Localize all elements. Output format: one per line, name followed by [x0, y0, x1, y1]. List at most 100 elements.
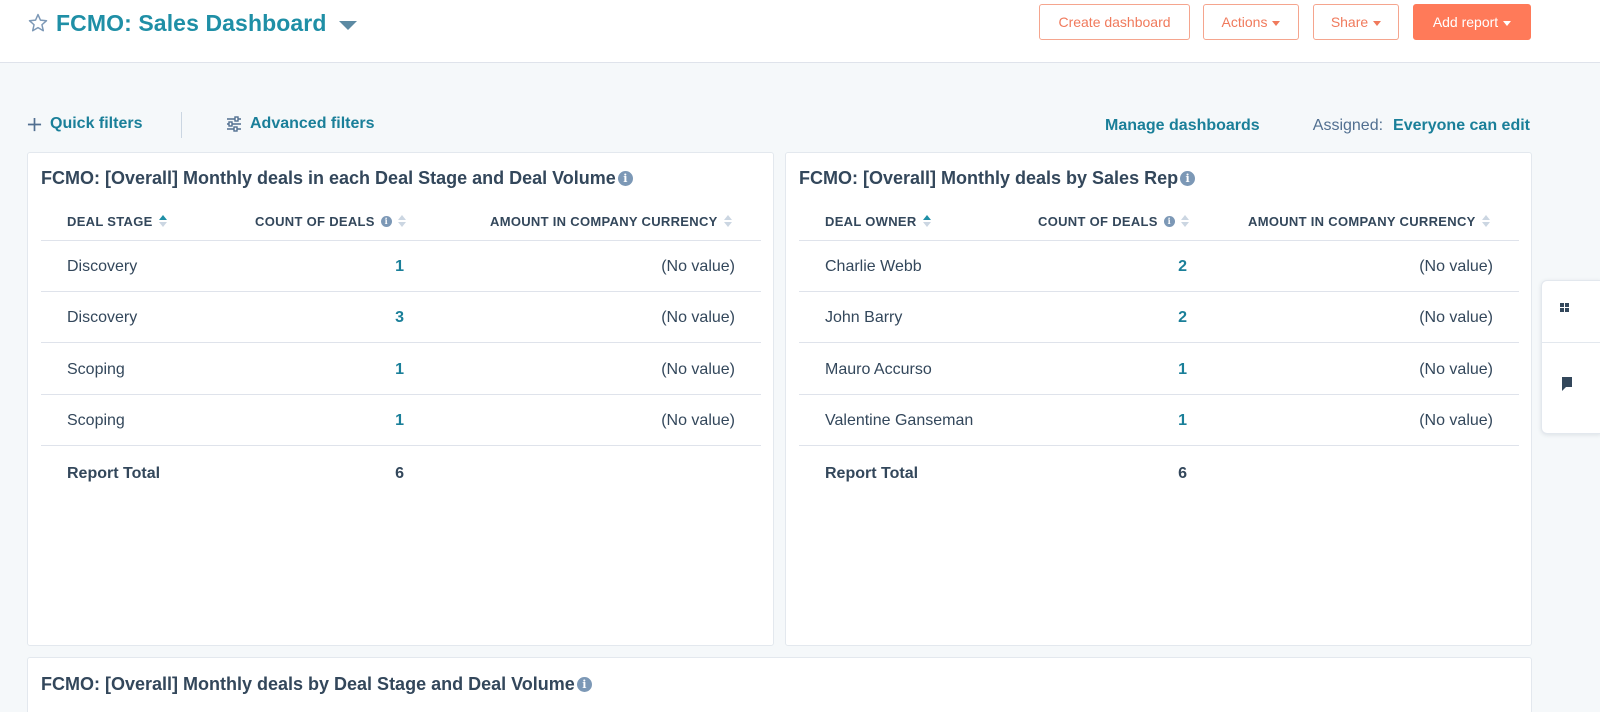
quick-filters-label: Quick filters	[50, 115, 143, 132]
row-divider	[799, 342, 1519, 343]
manage-dashboards-label: Manage dashboards	[1105, 117, 1260, 134]
deal-count-link[interactable]: 2	[1177, 309, 1187, 327]
amount-value: (No value)	[1419, 412, 1493, 429]
actions-caret-down-icon	[1272, 20, 1281, 26]
manage-dashboards-link[interactable]: Manage dashboards	[1105, 117, 1260, 135]
report-card-sales-rep: FCMO: [Overall] Monthly deals by Sales R…	[785, 152, 1532, 646]
row-label: Valentine Ganseman	[825, 412, 974, 429]
column-header-count-of-deals[interactable]: COUNT OF DEALS i	[255, 203, 406, 239]
row-divider	[41, 445, 761, 446]
column-header-label: COUNT OF DEALS	[1038, 213, 1158, 229]
assigned-value-link[interactable]: Everyone can edit	[1393, 117, 1530, 135]
share-button[interactable]: Share	[1313, 4, 1399, 40]
row-divider	[799, 240, 1519, 241]
info-icon[interactable]: i	[1163, 215, 1175, 227]
column-header-label: COUNT OF DEALS	[255, 213, 375, 229]
feedback-chat-icon[interactable]	[1562, 377, 1576, 400]
report-total-value: 6	[1178, 465, 1187, 482]
row-divider	[41, 291, 761, 292]
actions-button[interactable]: Actions	[1203, 4, 1299, 40]
sort-icon	[1180, 215, 1189, 227]
report-card-deal-stage-volume: FCMO: [Overall] Monthly deals by Deal St…	[27, 657, 1532, 712]
row-divider	[41, 240, 761, 241]
deal-count-link[interactable]: 2	[1177, 258, 1187, 276]
add-report-caret-down-icon	[1503, 20, 1512, 26]
row-label: Scoping	[67, 361, 125, 378]
info-icon[interactable]: i	[617, 171, 633, 186]
report-title-text[interactable]: FCMO: [Overall] Monthly deals in each De…	[41, 168, 616, 189]
row-divider	[799, 394, 1519, 395]
sort-icon	[723, 215, 732, 227]
report-total-label: Report Total	[825, 465, 919, 482]
column-header-amount[interactable]: AMOUNT IN COMPANY CURRENCY	[1248, 203, 1490, 239]
amount-value: (No value)	[1419, 361, 1493, 378]
report-card-title: FCMO: [Overall] Monthly deals by Deal St…	[41, 674, 592, 695]
amount-value: (No value)	[1419, 309, 1493, 326]
quick-filters-link[interactable]: Quick filters	[27, 115, 142, 133]
dashboard-title[interactable]: FCMO: Sales Dashboard	[56, 10, 327, 37]
filter-divider	[181, 112, 182, 138]
create-dashboard-label: Create dashboard	[1058, 14, 1171, 30]
report-total-label: Report Total	[67, 465, 161, 482]
column-header-label: AMOUNT IN COMPANY CURRENCY	[1248, 213, 1476, 229]
dashboard-switcher-chevron-down-icon[interactable]	[338, 20, 357, 30]
column-header-label: DEAL OWNER	[825, 213, 917, 229]
report-title-text[interactable]: FCMO: [Overall] Monthly deals by Deal St…	[41, 674, 575, 695]
create-dashboard-button[interactable]: Create dashboard	[1039, 4, 1190, 40]
deal-count-link[interactable]: 1	[394, 412, 404, 430]
report-card-title: FCMO: [Overall] Monthly deals in each De…	[41, 168, 633, 189]
amount-value: (No value)	[661, 309, 735, 326]
side-tools-panel	[1541, 280, 1600, 434]
column-header-deal-stage[interactable]: DEAL STAGE	[67, 203, 167, 239]
report-card-title: FCMO: [Overall] Monthly deals by Sales R…	[799, 168, 1196, 189]
sort-icon	[397, 215, 406, 227]
column-header-deal-owner[interactable]: DEAL OWNER	[825, 203, 931, 239]
amount-value: (No value)	[1419, 258, 1493, 275]
actions-label: Actions	[1221, 14, 1268, 30]
row-label: Charlie Webb	[825, 258, 922, 275]
deal-count-link[interactable]: 1	[1177, 361, 1187, 379]
sort-icon	[1481, 215, 1490, 227]
sliders-icon	[226, 116, 242, 132]
assigned-info: Assigned: Everyone can edit	[1313, 117, 1530, 135]
deal-count-link[interactable]: 1	[394, 258, 404, 276]
row-divider	[799, 445, 1519, 446]
assigned-label: Assigned:	[1312, 117, 1384, 134]
info-icon[interactable]: i	[1180, 171, 1196, 186]
row-label: Discovery	[67, 309, 138, 326]
column-header-label: DEAL STAGE	[67, 213, 153, 229]
row-label: Scoping	[67, 412, 125, 429]
info-icon[interactable]: i	[576, 677, 592, 692]
deal-count-link[interactable]: 1	[1177, 412, 1187, 430]
column-header-count-of-deals[interactable]: COUNT OF DEALS i	[1038, 203, 1189, 239]
add-report-label: Add report	[1432, 14, 1499, 30]
report-title-text[interactable]: FCMO: [Overall] Monthly deals by Sales R…	[799, 168, 1178, 189]
sort-ascending-icon	[158, 215, 167, 227]
share-caret-down-icon	[1373, 20, 1382, 26]
apps-grid-icon[interactable]	[1560, 303, 1574, 322]
deal-count-link[interactable]: 3	[394, 309, 404, 327]
side-tools-divider	[1542, 342, 1600, 343]
amount-value: (No value)	[661, 412, 735, 429]
share-label: Share	[1330, 14, 1369, 30]
column-header-label: AMOUNT IN COMPANY CURRENCY	[490, 213, 718, 229]
deal-count-link[interactable]: 1	[394, 361, 404, 379]
column-header-amount[interactable]: AMOUNT IN COMPANY CURRENCY	[490, 203, 732, 239]
info-icon[interactable]: i	[380, 215, 392, 227]
row-label: Mauro Accurso	[825, 361, 932, 378]
report-total-value: 6	[395, 465, 404, 482]
favorite-star-icon[interactable]	[26, 11, 50, 35]
row-divider	[799, 291, 1519, 292]
row-label: Discovery	[67, 258, 138, 275]
amount-value: (No value)	[661, 361, 735, 378]
dashboard-title-area: FCMO: Sales Dashboard	[26, 6, 357, 40]
plus-icon	[27, 117, 42, 132]
dashboard-header: FCMO: Sales Dashboard Create dashboard A…	[0, 0, 1600, 63]
filter-bar: Quick filters Advanced filters Manage da…	[0, 110, 1600, 140]
add-report-button[interactable]: Add report	[1413, 4, 1531, 40]
amount-value: (No value)	[661, 258, 735, 275]
sort-ascending-icon	[922, 215, 931, 227]
row-label: John Barry	[825, 309, 903, 326]
advanced-filters-label: Advanced filters	[250, 115, 375, 132]
advanced-filters-link[interactable]: Advanced filters	[226, 115, 374, 133]
